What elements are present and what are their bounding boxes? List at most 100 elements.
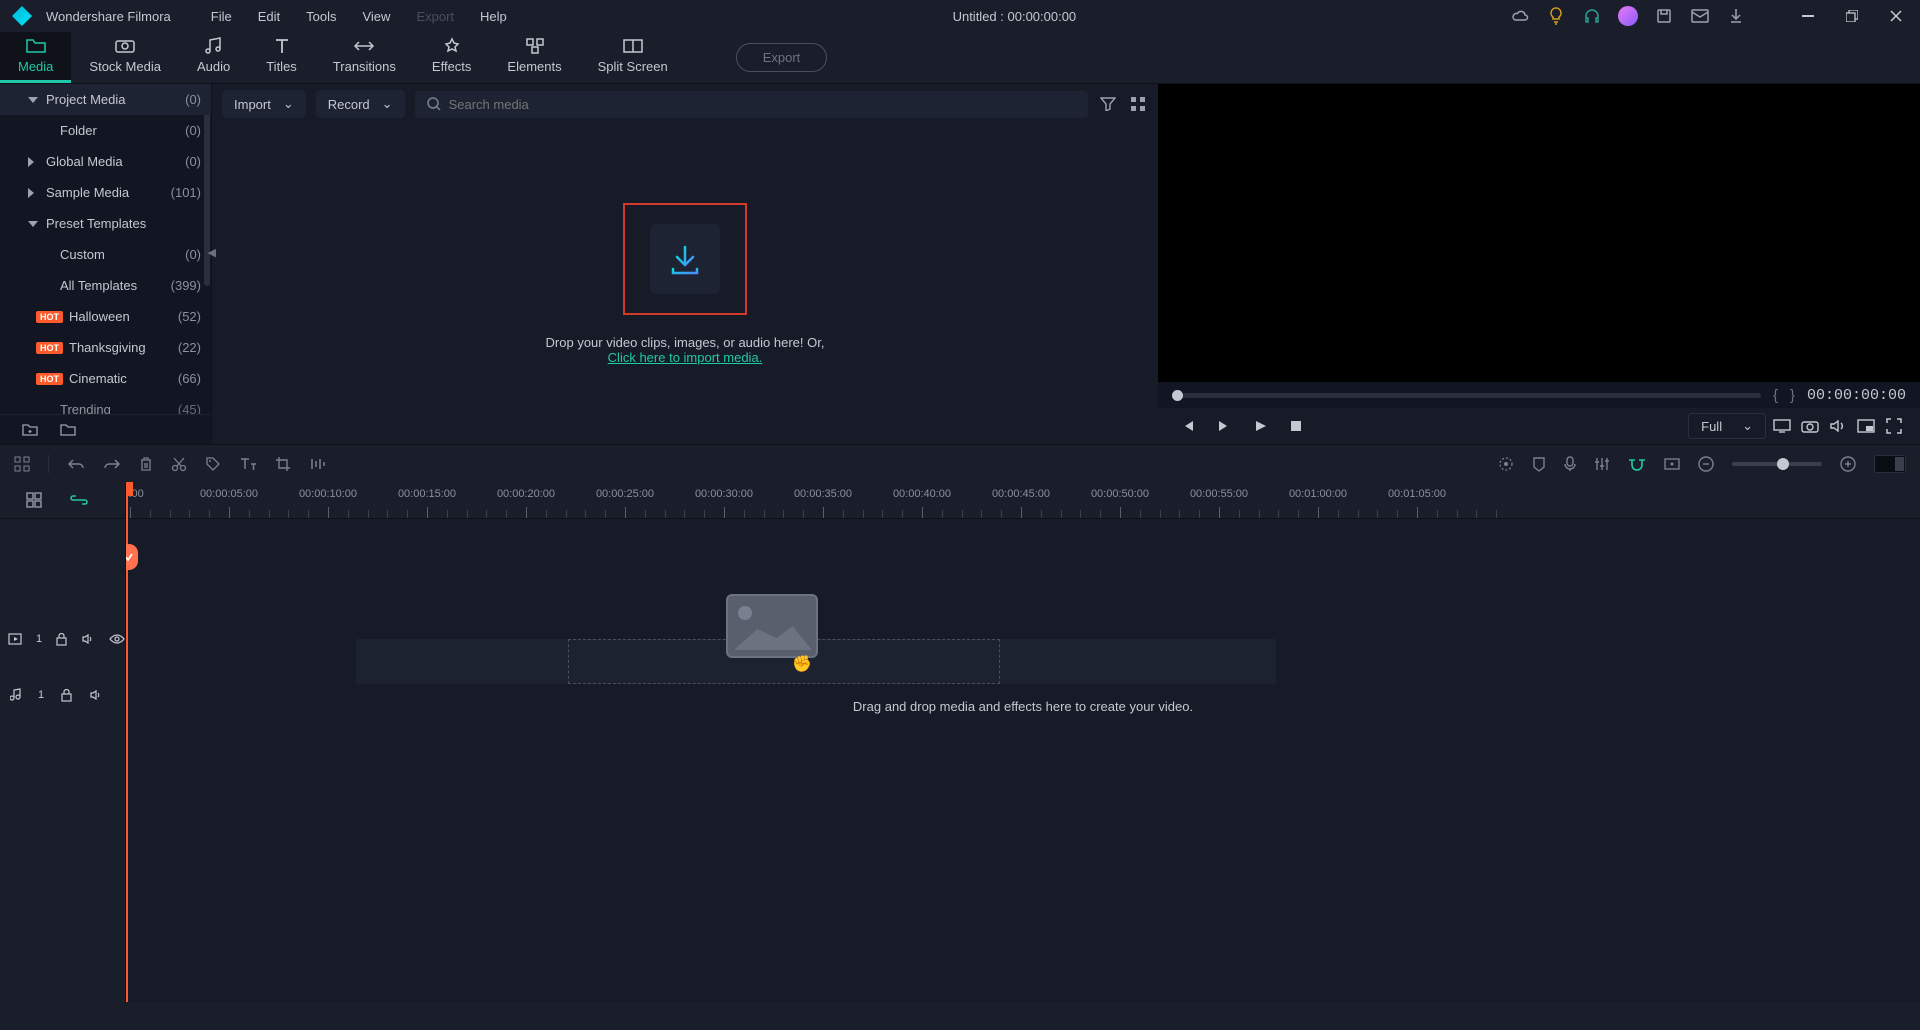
save-icon[interactable]: [1654, 6, 1674, 26]
timeline-toggle[interactable]: [1874, 455, 1906, 473]
sidebar-item-custom[interactable]: Custom(0): [0, 239, 211, 270]
mute-icon[interactable]: [81, 633, 95, 645]
tab-effects[interactable]: Effects: [414, 32, 490, 83]
playhead[interactable]: [126, 482, 128, 1002]
tab-transitions[interactable]: Transitions: [315, 32, 414, 83]
import-media-link[interactable]: Click here to import media.: [608, 350, 763, 365]
lock-icon[interactable]: [56, 633, 67, 646]
quality-dropdown[interactable]: Full⌄: [1688, 413, 1766, 439]
record-dropdown[interactable]: Record⌄: [316, 90, 405, 118]
fullscreen-icon[interactable]: [1882, 418, 1906, 434]
lock-icon[interactable]: [58, 689, 74, 702]
timeline-main[interactable]: 00:0000:00:05:0000:00:10:0000:00:15:0000…: [126, 482, 1920, 1002]
speed-icon[interactable]: [309, 456, 325, 472]
search-input[interactable]: [449, 97, 1076, 112]
mark-in-icon[interactable]: {: [1773, 387, 1778, 404]
folder-outline-icon[interactable]: [58, 420, 78, 440]
tab-titles[interactable]: Titles: [248, 32, 315, 83]
eye-icon[interactable]: [109, 634, 125, 644]
menu-help[interactable]: Help: [468, 5, 519, 28]
mail-icon[interactable]: [1690, 6, 1710, 26]
timeline-ruler[interactable]: 00:0000:00:05:0000:00:10:0000:00:15:0000…: [126, 482, 1920, 519]
track-manager-icon[interactable]: [26, 492, 42, 508]
text-overlay-icon[interactable]: [239, 456, 257, 472]
menu-file[interactable]: File: [199, 5, 244, 28]
tab-stock-media[interactable]: Stock Media: [71, 32, 179, 83]
mute-icon[interactable]: [88, 689, 104, 701]
headphones-icon[interactable]: [1582, 6, 1602, 26]
zoom-out-icon[interactable]: [1698, 456, 1714, 472]
user-avatar[interactable]: [1618, 6, 1638, 26]
track-number: 1: [36, 633, 42, 645]
drop-zone-text: Drop your video clips, images, or audio …: [546, 335, 825, 350]
audio-track-header[interactable]: 1: [0, 667, 125, 723]
prev-frame-button[interactable]: [1172, 412, 1204, 440]
microphone-icon[interactable]: [1564, 456, 1576, 472]
dragged-media-thumb[interactable]: [726, 594, 818, 658]
zoom-in-icon[interactable]: [1840, 456, 1856, 472]
tab-elements[interactable]: Elements: [489, 32, 579, 83]
step-forward-button[interactable]: [1208, 412, 1240, 440]
window-title: Untitled : 00:00:00:00: [519, 9, 1510, 24]
crop-icon[interactable]: [275, 456, 291, 472]
sidebar-item-folder[interactable]: Folder(0): [0, 115, 211, 146]
marker-shield-icon[interactable]: [1532, 456, 1546, 472]
link-icon[interactable]: [70, 495, 88, 505]
display-icon[interactable]: [1770, 419, 1794, 433]
maximize-button[interactable]: [1838, 4, 1866, 28]
grid-view-icon[interactable]: [1128, 94, 1148, 114]
new-folder-icon[interactable]: [20, 420, 40, 440]
export-button[interactable]: Export: [736, 43, 828, 72]
import-dropdown[interactable]: Import⌄: [222, 90, 306, 118]
zoom-handle[interactable]: [1777, 458, 1789, 470]
search-media-box[interactable]: [415, 91, 1088, 118]
redo-icon[interactable]: [103, 457, 121, 471]
import-drop-box[interactable]: [623, 203, 747, 315]
preview-viewport[interactable]: [1158, 84, 1920, 382]
delete-icon[interactable]: [139, 456, 153, 472]
sidebar-item-project-media[interactable]: Project Media(0): [0, 84, 211, 115]
mark-out-icon[interactable]: }: [1790, 387, 1795, 404]
tag-icon[interactable]: [205, 456, 221, 472]
menu-view[interactable]: View: [350, 5, 402, 28]
marker-icon[interactable]: [1664, 458, 1680, 470]
preview-panel: { } 00:00:00:00 Full⌄: [1158, 84, 1920, 444]
filter-icon[interactable]: [1098, 94, 1118, 114]
playhead-marker-icon[interactable]: [126, 544, 138, 570]
snap-icon[interactable]: [1628, 457, 1646, 471]
minimize-button[interactable]: [1794, 4, 1822, 28]
lightbulb-icon[interactable]: [1546, 6, 1566, 26]
stop-button[interactable]: [1280, 412, 1312, 440]
layout-icon[interactable]: [14, 456, 30, 472]
sidebar-item-sample-media[interactable]: Sample Media(101): [0, 177, 211, 208]
audio-mixer-icon[interactable]: [1594, 456, 1610, 472]
sidebar-item-trending[interactable]: Trending(45): [0, 394, 211, 414]
close-button[interactable]: [1882, 4, 1910, 28]
pip-icon[interactable]: [1854, 419, 1878, 433]
tab-media[interactable]: Media: [0, 32, 71, 83]
snapshot-icon[interactable]: [1798, 419, 1822, 433]
tab-split-screen[interactable]: Split Screen: [580, 32, 686, 83]
menu-tools[interactable]: Tools: [294, 5, 348, 28]
volume-icon[interactable]: [1826, 418, 1850, 434]
render-icon[interactable]: [1498, 456, 1514, 472]
zoom-slider[interactable]: [1732, 462, 1822, 466]
download-icon[interactable]: [1726, 6, 1746, 26]
preview-scrub-track[interactable]: [1172, 393, 1761, 398]
sidebar-item-global-media[interactable]: Global Media(0): [0, 146, 211, 177]
tab-audio[interactable]: Audio: [179, 32, 248, 83]
cloud-icon[interactable]: [1510, 6, 1530, 26]
sidebar-item-preset-templates[interactable]: Preset Templates: [0, 208, 211, 239]
sidebar-item-thanksgiving[interactable]: HOTThanksgiving(22): [0, 332, 211, 363]
sidebar-item-cinematic[interactable]: HOTCinematic(66): [0, 363, 211, 394]
scrub-handle[interactable]: [1172, 390, 1183, 401]
video-track-header[interactable]: 1: [0, 611, 125, 667]
elements-icon: [524, 37, 546, 55]
play-button[interactable]: [1244, 412, 1276, 440]
sidebar-collapse-handle[interactable]: ◀: [208, 246, 216, 259]
sidebar-item-halloween[interactable]: HOTHalloween(52): [0, 301, 211, 332]
sidebar-item-all-templates[interactable]: All Templates(399): [0, 270, 211, 301]
undo-icon[interactable]: [67, 457, 85, 471]
menu-edit[interactable]: Edit: [246, 5, 292, 28]
cut-icon[interactable]: [171, 456, 187, 472]
